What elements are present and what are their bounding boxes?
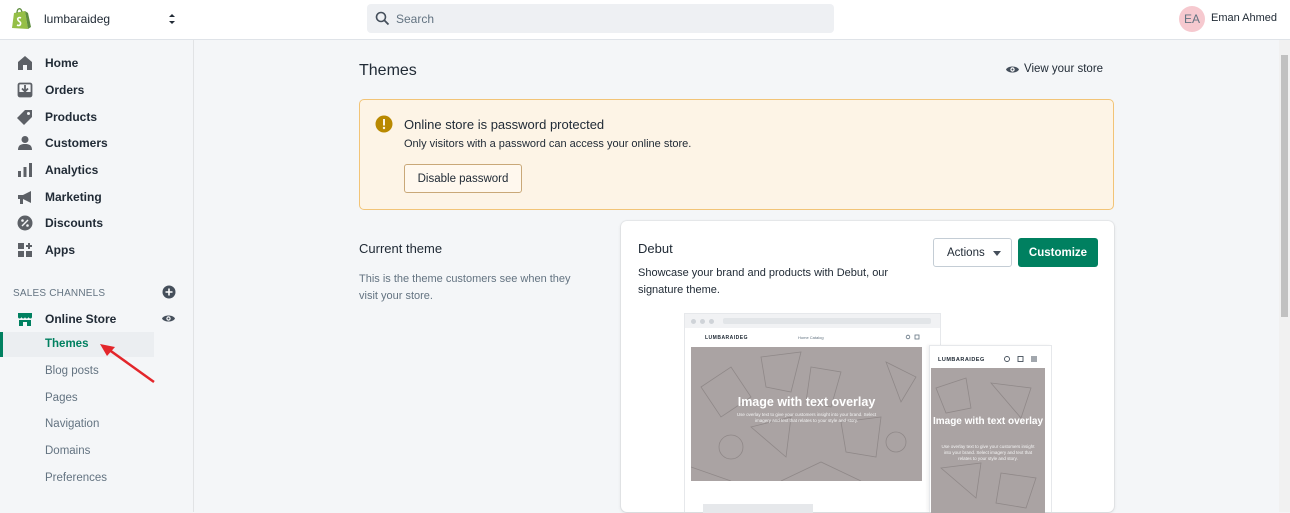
store-name[interactable]: lumbaraideg bbox=[44, 12, 110, 26]
orders-icon bbox=[17, 82, 33, 98]
window-dot-icon bbox=[691, 319, 696, 324]
eye-icon bbox=[1006, 66, 1019, 73]
actions-button[interactable]: Actions bbox=[933, 238, 1012, 267]
preview-nav-links: Home Catalog bbox=[798, 335, 824, 340]
sidebar-item-label: Customers bbox=[45, 136, 108, 150]
sidebar-subitem-navigation[interactable]: Navigation bbox=[0, 412, 194, 438]
preview-hero-subtitle: Use overlay text to give your customers … bbox=[736, 412, 877, 423]
bar-chart-icon bbox=[18, 163, 32, 177]
sidebar-subitem-label: Navigation bbox=[45, 418, 100, 430]
current-theme-description: This is the theme customers see when the… bbox=[359, 273, 571, 302]
preview-header-icons bbox=[1004, 356, 1037, 362]
sidebar-item-label: Analytics bbox=[45, 163, 99, 177]
preview-hero-subtitle: Use overlay text to give your customers … bbox=[941, 444, 1035, 461]
browser-bar bbox=[685, 314, 940, 328]
preview-header-icons bbox=[905, 334, 920, 340]
browser-url-bar bbox=[723, 318, 931, 324]
sidebar-item-label: Home bbox=[45, 56, 79, 70]
preview-store-logo: LUMBARAIDEG bbox=[938, 357, 985, 363]
sidebar-item-label: Online Store bbox=[45, 312, 117, 326]
add-channel-icon[interactable] bbox=[162, 285, 176, 299]
search-placeholder: Search bbox=[396, 12, 435, 26]
scrollbar[interactable] bbox=[1279, 40, 1290, 512]
password-banner: Online store is password protected Only … bbox=[359, 99, 1114, 210]
sidebar-item-label: Orders bbox=[45, 83, 85, 97]
sidebar-subitem-pages[interactable]: Pages bbox=[0, 386, 194, 412]
eye-icon[interactable] bbox=[161, 312, 176, 325]
window-dot-icon bbox=[709, 319, 714, 324]
sidebar: Home Orders Products Customers Analytics… bbox=[0, 40, 194, 512]
megaphone-icon bbox=[18, 191, 31, 204]
sidebar-item-home[interactable]: Home bbox=[0, 50, 194, 76]
search-input[interactable]: Search bbox=[367, 4, 834, 33]
disable-password-button[interactable]: Disable password bbox=[404, 164, 522, 193]
shopify-bag-icon[interactable] bbox=[10, 7, 32, 31]
sidebar-item-label: Marketing bbox=[45, 190, 102, 204]
avatar[interactable]: EA bbox=[1179, 6, 1205, 32]
sidebar-subitem-label: Themes bbox=[45, 338, 89, 350]
sidebar-item-label: Discounts bbox=[45, 216, 104, 230]
sidebar-subitem-domains[interactable]: Domains bbox=[0, 439, 194, 465]
sidebar-item-analytics[interactable]: Analytics bbox=[0, 157, 194, 183]
banner-text: Only visitors with a password can access… bbox=[404, 138, 692, 150]
sidebar-subitem-label: Blog posts bbox=[45, 365, 99, 377]
sidebar-item-discounts[interactable]: Discounts bbox=[0, 210, 194, 236]
search-icon bbox=[375, 11, 390, 26]
store-icon bbox=[18, 313, 32, 326]
active-indicator bbox=[0, 332, 3, 357]
banner-title: Online store is password protected bbox=[404, 117, 605, 132]
current-theme-heading: Current theme bbox=[359, 241, 443, 256]
window-dot-icon bbox=[700, 319, 705, 324]
user-name[interactable]: Eman Ahmed bbox=[1211, 12, 1277, 24]
apps-icon bbox=[18, 243, 32, 257]
sidebar-item-orders[interactable]: Orders bbox=[0, 77, 194, 103]
sidebar-item-label: Apps bbox=[45, 243, 75, 257]
discount-icon bbox=[17, 215, 33, 231]
top-bar: lumbaraideg Search EA Eman Ahmed bbox=[0, 0, 1290, 40]
sidebar-subitem-label: Preferences bbox=[45, 472, 108, 484]
theme-name: Debut bbox=[638, 241, 673, 256]
sidebar-item-online-store[interactable]: Online Store bbox=[0, 306, 194, 332]
customize-button[interactable]: Customize bbox=[1018, 238, 1098, 267]
caret-down-icon bbox=[993, 251, 1001, 256]
home-icon bbox=[18, 56, 32, 70]
annotation-arrow-icon bbox=[100, 344, 155, 384]
actions-label: Actions bbox=[947, 246, 985, 259]
preview-hero-title: Image with text overlay bbox=[737, 395, 876, 409]
preview-hero-title: Image with text overlay bbox=[932, 416, 1044, 427]
hero-pattern-icon bbox=[935, 377, 1037, 509]
preview-store-logo: LUMBARAIDEG bbox=[705, 335, 748, 341]
mobile-preview: LUMBARAIDEG Image with text overlay Use … bbox=[929, 345, 1052, 513]
sales-channels-heading: SALES CHANNELS bbox=[13, 288, 106, 299]
sidebar-item-label: Products bbox=[45, 110, 98, 124]
theme-card: Debut Showcase your brand and products w… bbox=[621, 221, 1114, 513]
sidebar-item-apps[interactable]: Apps bbox=[0, 237, 194, 263]
sidebar-item-products[interactable]: Products bbox=[0, 104, 194, 130]
preview-hero-image: Image with text overlay Use overlay text… bbox=[931, 368, 1045, 513]
preview-hero-image: Image with text overlay Use overlay text… bbox=[691, 347, 922, 481]
view-store-label: View your store bbox=[1024, 63, 1104, 75]
chevron-up-down-icon[interactable] bbox=[167, 11, 177, 27]
sidebar-subitem-preferences[interactable]: Preferences bbox=[0, 466, 194, 492]
view-store-link[interactable]: View your store bbox=[1005, 62, 1115, 78]
tag-icon bbox=[17, 110, 32, 125]
person-icon bbox=[18, 136, 32, 150]
sidebar-subitem-label: Pages bbox=[45, 392, 78, 404]
page-title: Themes bbox=[359, 62, 417, 79]
sidebar-item-marketing[interactable]: Marketing bbox=[0, 184, 194, 210]
theme-description: Showcase your brand and products with De… bbox=[638, 267, 889, 296]
warning-icon bbox=[375, 115, 393, 133]
scrollbar-thumb[interactable] bbox=[1281, 55, 1288, 317]
desktop-preview: LUMBARAIDEG Home Catalog Image with text… bbox=[684, 313, 941, 513]
sidebar-item-customers[interactable]: Customers bbox=[0, 130, 194, 156]
sidebar-subitem-label: Domains bbox=[45, 445, 91, 457]
